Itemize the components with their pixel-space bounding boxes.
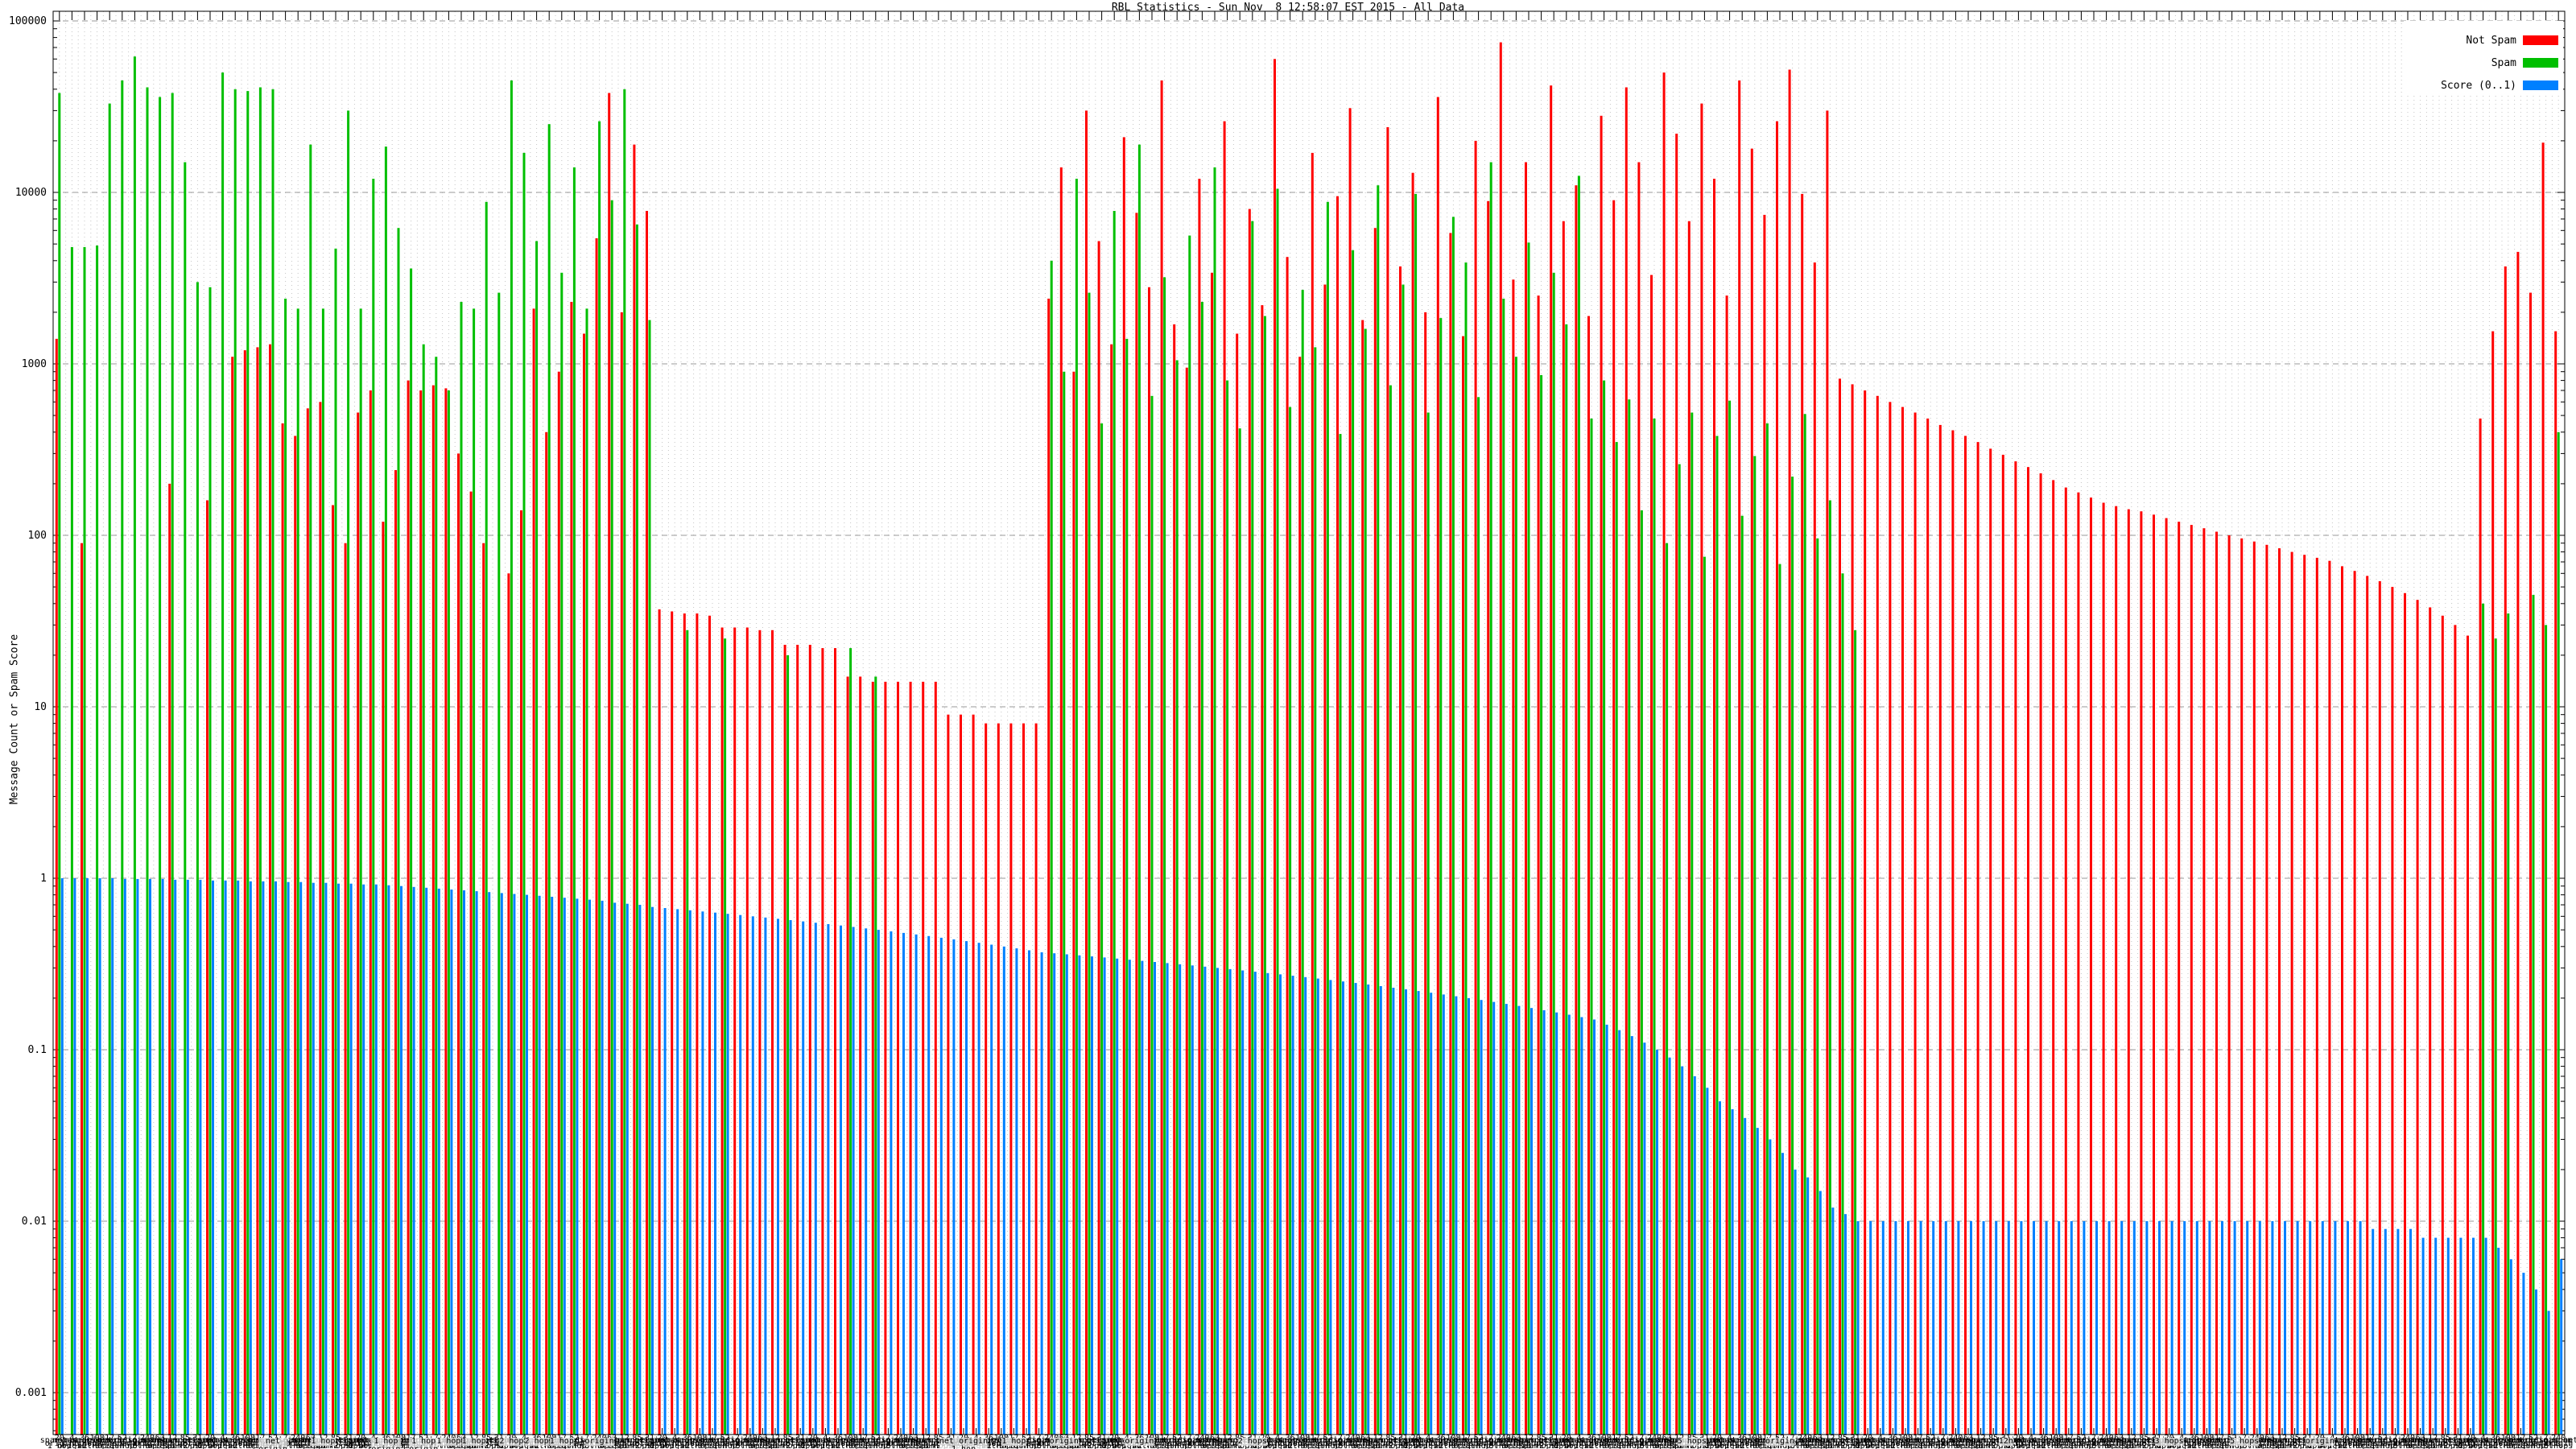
svg-text:100000: 100000: [9, 15, 47, 27]
rbl-statistics-chart: RBL Statistics - Sun Nov 8 12:58:07 EST …: [0, 0, 2576, 1449]
svg-text:1: 1: [40, 873, 47, 885]
svg-text:10000: 10000: [15, 187, 47, 199]
svg-text:Spam: Spam: [2491, 57, 2516, 69]
svg-text:Not Spam: Not Spam: [2466, 35, 2516, 47]
svg-text:0.1: 0.1: [28, 1044, 47, 1056]
svg-text:Score (0..1): Score (0..1): [2441, 80, 2516, 92]
svg-text:0.01: 0.01: [22, 1216, 47, 1228]
plot-area: 100000 10000 1000 100 10 1 0.1 0.01 0.001 Not Spa…: [0, 0, 2576, 1449]
svg-text:0.001: 0.001: [15, 1387, 47, 1399]
svg-text:1000: 1000: [22, 358, 47, 370]
svg-text:100: 100: [28, 530, 47, 542]
svg-text:10: 10: [34, 701, 47, 713]
